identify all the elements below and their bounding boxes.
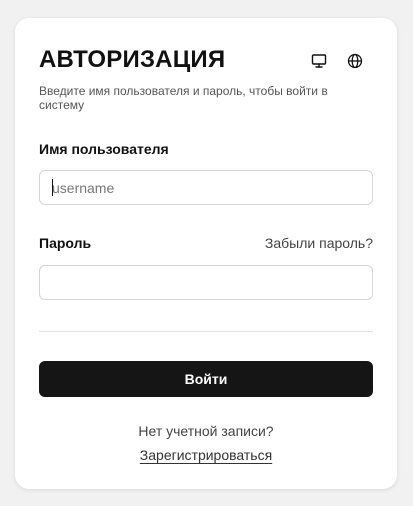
page-subtitle: Введите имя пользователя и пароль, чтобы… xyxy=(39,84,328,112)
login-button[interactable]: Войти xyxy=(39,361,373,397)
password-label: Пароль xyxy=(39,235,92,251)
divider xyxy=(39,331,373,332)
login-card: АВТОРИЗАЦИЯ Введите имя пользователя и п… xyxy=(15,18,397,489)
page-title: АВТОРИЗАЦИЯ xyxy=(39,46,226,73)
globe-icon[interactable] xyxy=(345,51,365,71)
register-link-wrap: Зарегистрироваться xyxy=(15,447,397,465)
username-label: Имя пользователя xyxy=(39,141,169,157)
no-account-text: Нет учетной записи? xyxy=(138,423,274,439)
monitor-icon[interactable] xyxy=(309,51,329,71)
text-caret xyxy=(52,179,53,196)
username-input[interactable] xyxy=(39,170,373,205)
register-link[interactable]: Зарегистрироваться xyxy=(140,447,272,463)
forgot-password-link[interactable]: Забыли пароль? xyxy=(265,235,373,251)
password-input[interactable] xyxy=(39,265,373,300)
